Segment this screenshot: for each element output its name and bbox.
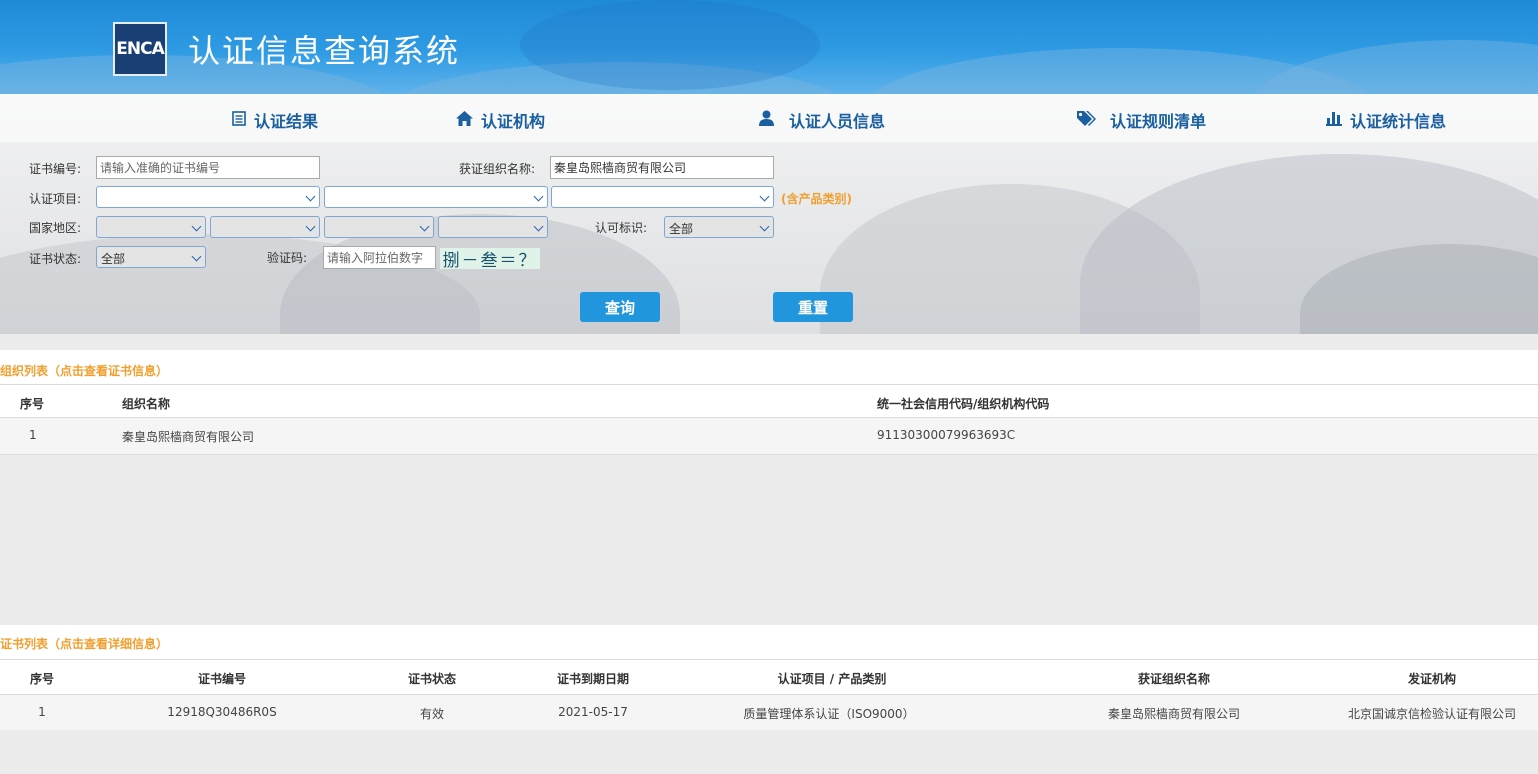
- table-row[interactable]: 1 秦皇岛熙樯商贸有限公司 91130300079963693C: [0, 418, 1538, 454]
- status-label: 证书状态:: [29, 252, 82, 266]
- status-select[interactable]: 全部: [96, 246, 206, 268]
- cert-list-title: 证书列表（点击查看详细信息）: [0, 637, 169, 651]
- cert-row-issuer: 北京国诚京信检验认证有限公司: [1347, 707, 1517, 721]
- org-col-index: 序号: [20, 397, 45, 411]
- project-hint: (含产品类别): [781, 192, 852, 206]
- cert-col-status: 证书状态: [407, 672, 457, 686]
- cert-col-index: 序号: [29, 672, 55, 686]
- captcha-image[interactable]: 捌－叁＝？: [440, 248, 540, 271]
- nav-label-rules: 认证规则清单: [1110, 112, 1207, 131]
- region-label: 国家地区:: [29, 221, 82, 235]
- bar-chart-icon: [1326, 111, 1342, 130]
- chevron-down-icon: [759, 221, 770, 232]
- captcha-label: 验证码:: [267, 251, 308, 265]
- cert-col-issuer: 发证机构: [1407, 672, 1457, 686]
- nav-label-personnel: 认证人员信息: [789, 112, 886, 131]
- region-select-3[interactable]: [324, 216, 434, 238]
- empty-area: [0, 455, 1538, 610]
- query-button[interactable]: 查询: [580, 292, 660, 322]
- cert-col-no: 证书编号: [197, 672, 247, 686]
- chevron-down-icon: [419, 221, 430, 232]
- cert-col-expiry: 证书到期日期: [556, 672, 630, 686]
- accred-value: 全部: [669, 222, 694, 236]
- nav-label-agencies: 认证机构: [481, 112, 546, 131]
- nav-item-personnel[interactable]: 认证人员信息: [758, 108, 885, 132]
- nav-item-rules[interactable]: 认证规则清单: [1076, 108, 1206, 132]
- nav-label-results: 认证结果: [254, 112, 319, 131]
- cert-col-org: 获证组织名称: [1137, 672, 1211, 686]
- project-select-1[interactable]: [96, 186, 320, 208]
- cert-row-expiry: 2021-05-17: [558, 705, 628, 719]
- user-icon: [758, 110, 775, 130]
- region-select-1[interactable]: [96, 216, 206, 238]
- org-list-title: 组织列表（点击查看证书信息）: [0, 364, 169, 378]
- region-select-2[interactable]: [210, 216, 320, 238]
- chevron-down-icon: [533, 191, 544, 202]
- nav-item-statistics[interactable]: 认证统计信息: [1326, 108, 1446, 132]
- org-row-name: 秦皇岛熙樯商贸有限公司: [122, 430, 255, 444]
- org-row-code: 91130300079963693C: [877, 428, 1016, 442]
- cert-row-no: 12918Q30486R0S: [167, 705, 277, 719]
- logo-text: ENCA: [116, 38, 164, 59]
- cert-no-label: 证书编号:: [29, 162, 82, 176]
- main-nav: 认证结果 认证机构 认证人员信息 认证规则清单 认证统计信息: [0, 94, 1538, 142]
- table-row[interactable]: 1 12918Q30486R0S 有效 2021-05-17 质量管理体系认证（…: [0, 695, 1538, 730]
- list-icon: [232, 110, 246, 130]
- nav-item-results[interactable]: 认证结果: [232, 108, 318, 132]
- home-icon: [456, 110, 473, 130]
- cert-row-org: 秦皇岛熙樯商贸有限公司: [1107, 707, 1241, 721]
- accred-select[interactable]: 全部: [664, 216, 774, 238]
- cert-col-project: 认证项目 / 产品类别: [777, 672, 887, 686]
- chevron-down-icon: [533, 221, 544, 232]
- status-value: 全部: [101, 252, 126, 266]
- reset-button[interactable]: 重置: [773, 292, 853, 322]
- project-select-3[interactable]: [551, 186, 774, 208]
- nav-item-agencies[interactable]: 认证机构: [456, 108, 545, 132]
- captcha-input[interactable]: [323, 246, 436, 269]
- cert-row-index: 1: [38, 705, 46, 719]
- divider: [0, 384, 1538, 385]
- region-select-4[interactable]: [438, 216, 548, 238]
- org-name-label: 获证组织名称:: [459, 162, 536, 176]
- project-label: 认证项目:: [29, 192, 82, 206]
- chevron-down-icon: [759, 191, 770, 202]
- chevron-down-icon: [191, 251, 202, 262]
- accred-label: 认可标识:: [595, 221, 648, 235]
- nav-label-statistics: 认证统计信息: [1350, 112, 1447, 131]
- chevron-down-icon: [305, 191, 316, 202]
- org-col-code: 统一社会信用代码/组织机构代码: [877, 397, 1050, 411]
- divider: [0, 659, 1538, 660]
- tags-icon: [1076, 110, 1098, 130]
- cert-row-status: 有效: [419, 707, 445, 721]
- chevron-down-icon: [305, 221, 316, 232]
- cert-row-project: 质量管理体系认证（ISO9000）: [743, 707, 915, 721]
- chevron-down-icon: [191, 221, 202, 232]
- org-row-index: 1: [29, 428, 37, 442]
- project-select-2[interactable]: [324, 186, 548, 208]
- site-header: ENCA 认证信息查询系统: [0, 0, 1538, 94]
- empty-area: [0, 730, 1538, 774]
- org-name-input[interactable]: [550, 156, 774, 179]
- org-col-name: 组织名称: [122, 397, 171, 411]
- site-title: 认证信息查询系统: [188, 32, 461, 70]
- site-logo[interactable]: ENCA: [113, 22, 167, 76]
- cert-no-input[interactable]: [96, 156, 320, 179]
